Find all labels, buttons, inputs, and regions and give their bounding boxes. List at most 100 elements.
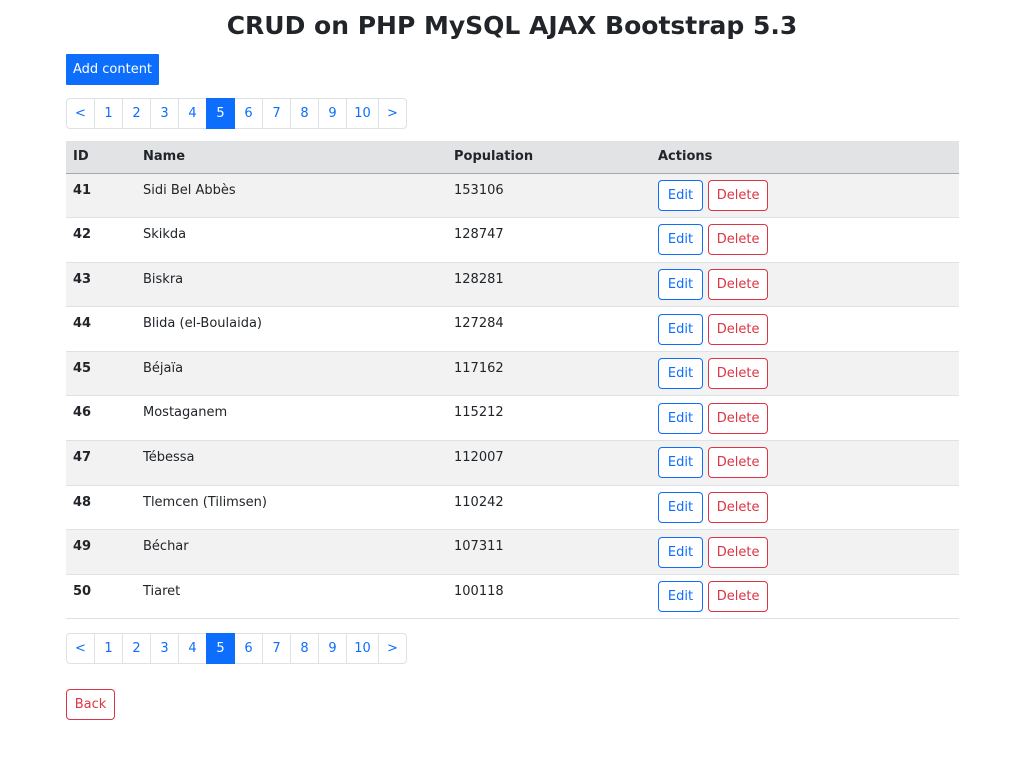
delete-button[interactable]: Delete <box>708 358 769 390</box>
pagination-bottom: < 1 2 3 4 5 6 7 8 9 10 > <box>66 633 407 664</box>
page-link-8[interactable]: 8 <box>290 98 319 129</box>
cell-id: 47 <box>66 440 136 486</box>
cell-actions: Edit Delete <box>651 306 959 352</box>
cell-name: Béjaïa <box>136 351 447 397</box>
cell-actions: Edit Delete <box>651 485 959 531</box>
cell-id: 46 <box>66 395 136 442</box>
column-header-id: ID <box>66 141 136 174</box>
table-row: 46 Mostaganem 115212 Edit Delete <box>66 395 959 442</box>
delete-button[interactable]: Delete <box>708 313 769 345</box>
edit-button[interactable]: Edit <box>658 179 703 211</box>
delete-button[interactable]: Delete <box>708 491 769 523</box>
page-link-2[interactable]: 2 <box>122 633 151 664</box>
table-row: 41 Sidi Bel Abbès 153106 Edit Delete <box>66 173 959 219</box>
page-link-1[interactable]: 1 <box>94 633 123 664</box>
edit-button[interactable]: Edit <box>658 447 703 479</box>
cell-population: 110242 <box>447 485 651 531</box>
cell-id: 43 <box>66 262 136 308</box>
add-content-button[interactable]: Add content <box>66 54 159 85</box>
table-row: 48 Tlemcen (Tilimsen) 110242 Edit Delete <box>66 485 959 531</box>
page-link-8[interactable]: 8 <box>290 633 319 664</box>
cell-id: 44 <box>66 306 136 352</box>
cell-id: 50 <box>66 574 136 620</box>
cell-actions: Edit Delete <box>651 351 959 397</box>
cell-population: 107311 <box>447 529 651 575</box>
table-row: 43 Biskra 128281 Edit Delete <box>66 262 959 308</box>
cell-id: 49 <box>66 529 136 575</box>
cell-id: 45 <box>66 351 136 397</box>
page-link-6[interactable]: 6 <box>234 98 263 129</box>
page-link-3[interactable]: 3 <box>150 633 179 664</box>
table-row: 44 Blida (el-Boulaida) 127284 Edit Delet… <box>66 306 959 352</box>
cell-name: Biskra <box>136 262 447 308</box>
page-link-3[interactable]: 3 <box>150 98 179 129</box>
page-link-4[interactable]: 4 <box>178 633 207 664</box>
page-link-2[interactable]: 2 <box>122 98 151 129</box>
edit-button[interactable]: Edit <box>658 402 703 434</box>
cell-name: Mostaganem <box>136 395 447 442</box>
table-row: 50 Tiaret 100118 Edit Delete <box>66 574 959 620</box>
page-link-10[interactable]: 10 <box>346 633 379 664</box>
edit-button[interactable]: Edit <box>658 536 703 568</box>
delete-button[interactable]: Delete <box>708 447 769 479</box>
cell-id: 48 <box>66 485 136 531</box>
edit-button[interactable]: Edit <box>658 268 703 300</box>
table-body: 41 Sidi Bel Abbès 153106 Edit Delete 42 … <box>66 173 959 620</box>
cell-name: Skikda <box>136 217 447 263</box>
cell-name: Blida (el-Boulaida) <box>136 306 447 352</box>
delete-button[interactable]: Delete <box>708 536 769 568</box>
page-link-5-active[interactable]: 5 <box>206 633 235 664</box>
delete-button[interactable]: Delete <box>708 179 769 211</box>
page-title: CRUD on PHP MySQL AJAX Bootstrap 5.3 <box>226 11 798 40</box>
cell-actions: Edit Delete <box>651 574 959 620</box>
edit-button[interactable]: Edit <box>658 224 703 256</box>
page-link-1[interactable]: 1 <box>94 98 123 129</box>
table-header-row: ID Name Population Actions <box>66 141 959 174</box>
delete-button[interactable]: Delete <box>708 268 769 300</box>
page-link-6[interactable]: 6 <box>234 633 263 664</box>
cell-id: 42 <box>66 217 136 263</box>
cell-population: 117162 <box>447 351 651 397</box>
pagination-top: < 1 2 3 4 5 6 7 8 9 10 > <box>66 98 407 129</box>
cell-actions: Edit Delete <box>651 395 959 442</box>
cell-population: 128747 <box>447 217 651 263</box>
cell-population: 112007 <box>447 440 651 486</box>
cell-actions: Edit Delete <box>651 262 959 308</box>
cell-actions: Edit Delete <box>651 217 959 263</box>
back-button[interactable]: Back <box>66 689 115 720</box>
table-row: 42 Skikda 128747 Edit Delete <box>66 217 959 263</box>
column-header-actions: Actions <box>651 141 959 174</box>
cell-actions: Edit Delete <box>651 173 959 219</box>
page-link-9[interactable]: 9 <box>318 98 347 129</box>
page-link-9[interactable]: 9 <box>318 633 347 664</box>
table-row: 49 Béchar 107311 Edit Delete <box>66 529 959 575</box>
cell-population: 100118 <box>447 574 651 620</box>
table-row: 45 Béjaïa 117162 Edit Delete <box>66 351 959 397</box>
cell-actions: Edit Delete <box>651 529 959 575</box>
delete-button[interactable]: Delete <box>708 224 769 256</box>
edit-button[interactable]: Edit <box>658 313 703 345</box>
page-link-7[interactable]: 7 <box>262 98 291 129</box>
cell-name: Tlemcen (Tilimsen) <box>136 485 447 531</box>
cell-name: Tébessa <box>136 440 447 486</box>
cell-population: 127284 <box>447 306 651 352</box>
cell-population: 115212 <box>447 395 651 442</box>
page-link-5-active[interactable]: 5 <box>206 98 235 129</box>
cell-name: Béchar <box>136 529 447 575</box>
page-next-button[interactable]: > <box>378 98 407 129</box>
delete-button[interactable]: Delete <box>708 402 769 434</box>
page-next-button[interactable]: > <box>378 633 407 664</box>
edit-button[interactable]: Edit <box>658 491 703 523</box>
page-link-4[interactable]: 4 <box>178 98 207 129</box>
page-prev-button[interactable]: < <box>66 633 95 664</box>
edit-button[interactable]: Edit <box>658 358 703 390</box>
delete-button[interactable]: Delete <box>708 581 769 613</box>
page-link-7[interactable]: 7 <box>262 633 291 664</box>
page-link-10[interactable]: 10 <box>346 98 379 129</box>
cell-name: Tiaret <box>136 574 447 620</box>
page-prev-button[interactable]: < <box>66 98 95 129</box>
column-header-name: Name <box>136 141 447 174</box>
cell-name: Sidi Bel Abbès <box>136 173 447 219</box>
cell-actions: Edit Delete <box>651 440 959 486</box>
edit-button[interactable]: Edit <box>658 581 703 613</box>
